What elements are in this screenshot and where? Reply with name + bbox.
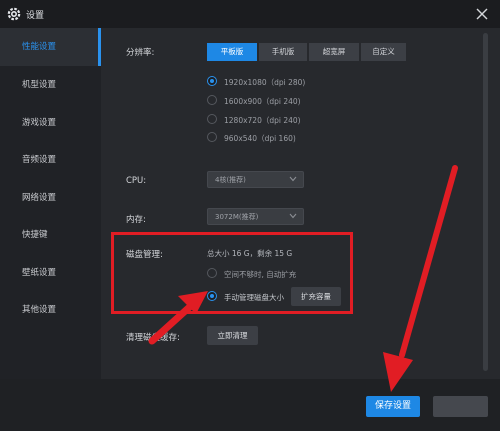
- memory-select[interactable]: 3072M(推荐): [207, 208, 304, 225]
- resolution-option-label: 960x540（dpi 160): [224, 134, 296, 143]
- cpu-select-value: 4核(推荐): [215, 176, 246, 184]
- scrollbar[interactable]: [483, 33, 488, 371]
- sidebar-item-device-model[interactable]: 机型设置: [0, 66, 101, 104]
- resolution-option-label: 1280x720（dpi 240): [224, 116, 301, 125]
- sidebar-item-game[interactable]: 游戏设置: [0, 104, 101, 142]
- chevron-down-icon: [289, 176, 297, 182]
- resolution-option-label: 1600x900（dpi 240): [224, 97, 301, 106]
- disk-auto-radio[interactable]: [207, 268, 217, 278]
- window-title: 设置: [26, 11, 45, 21]
- clear-cache-label: 清理磁盘缓存:: [126, 333, 180, 343]
- cpu-label: CPU:: [126, 176, 147, 186]
- disk-auto-label: 空间不够时, 自动扩充: [224, 270, 297, 279]
- disk-label: 磁盘管理:: [126, 250, 163, 260]
- sidebar-item-shortcuts[interactable]: 快捷键: [0, 216, 101, 254]
- gear-icon: [7, 7, 21, 21]
- sidebar-item-performance[interactable]: 性能设置: [0, 28, 101, 66]
- sidebar-item-network[interactable]: 网络设置: [0, 179, 101, 217]
- title-bar: 设置: [0, 0, 500, 28]
- footer-bar: [0, 379, 500, 431]
- resolution-radio-1920[interactable]: [207, 76, 217, 86]
- close-icon[interactable]: [472, 4, 492, 24]
- tab-custom[interactable]: 自定义: [361, 43, 406, 61]
- tab-phone[interactable]: 手机版: [259, 43, 307, 61]
- disk-manual-label: 手动管理磁盘大小: [224, 293, 284, 302]
- cancel-button[interactable]: [433, 396, 488, 417]
- memory-label: 内存:: [126, 215, 146, 225]
- disk-size-info: 总大小 16 G，剩余 15 G: [207, 249, 293, 258]
- resolution-option-label: 1920x1080（dpi 280): [224, 78, 306, 87]
- resolution-radio-1280[interactable]: [207, 114, 217, 124]
- cpu-select[interactable]: 4核(推荐): [207, 171, 304, 188]
- sidebar-item-audio[interactable]: 音频设置: [0, 141, 101, 179]
- clear-now-button[interactable]: 立即清理: [207, 326, 258, 345]
- resolution-radio-960[interactable]: [207, 132, 217, 142]
- sidebar: 性能设置 机型设置 游戏设置 音频设置 网络设置 快捷键 壁纸设置 其他设置: [0, 28, 101, 379]
- save-button[interactable]: 保存设置: [366, 396, 420, 417]
- disk-manual-radio[interactable]: [207, 291, 217, 301]
- chevron-down-icon: [289, 213, 297, 219]
- memory-select-value: 3072M(推荐): [215, 213, 259, 221]
- expand-capacity-button[interactable]: 扩充容量: [291, 287, 341, 306]
- sidebar-item-wallpaper[interactable]: 壁纸设置: [0, 254, 101, 292]
- resolution-radio-1600[interactable]: [207, 95, 217, 105]
- tab-ultrawide[interactable]: 超宽屏: [309, 43, 359, 61]
- resolution-label: 分辨率:: [126, 48, 155, 58]
- sidebar-item-other[interactable]: 其他设置: [0, 291, 101, 329]
- tab-tablet[interactable]: 平板版: [207, 43, 257, 61]
